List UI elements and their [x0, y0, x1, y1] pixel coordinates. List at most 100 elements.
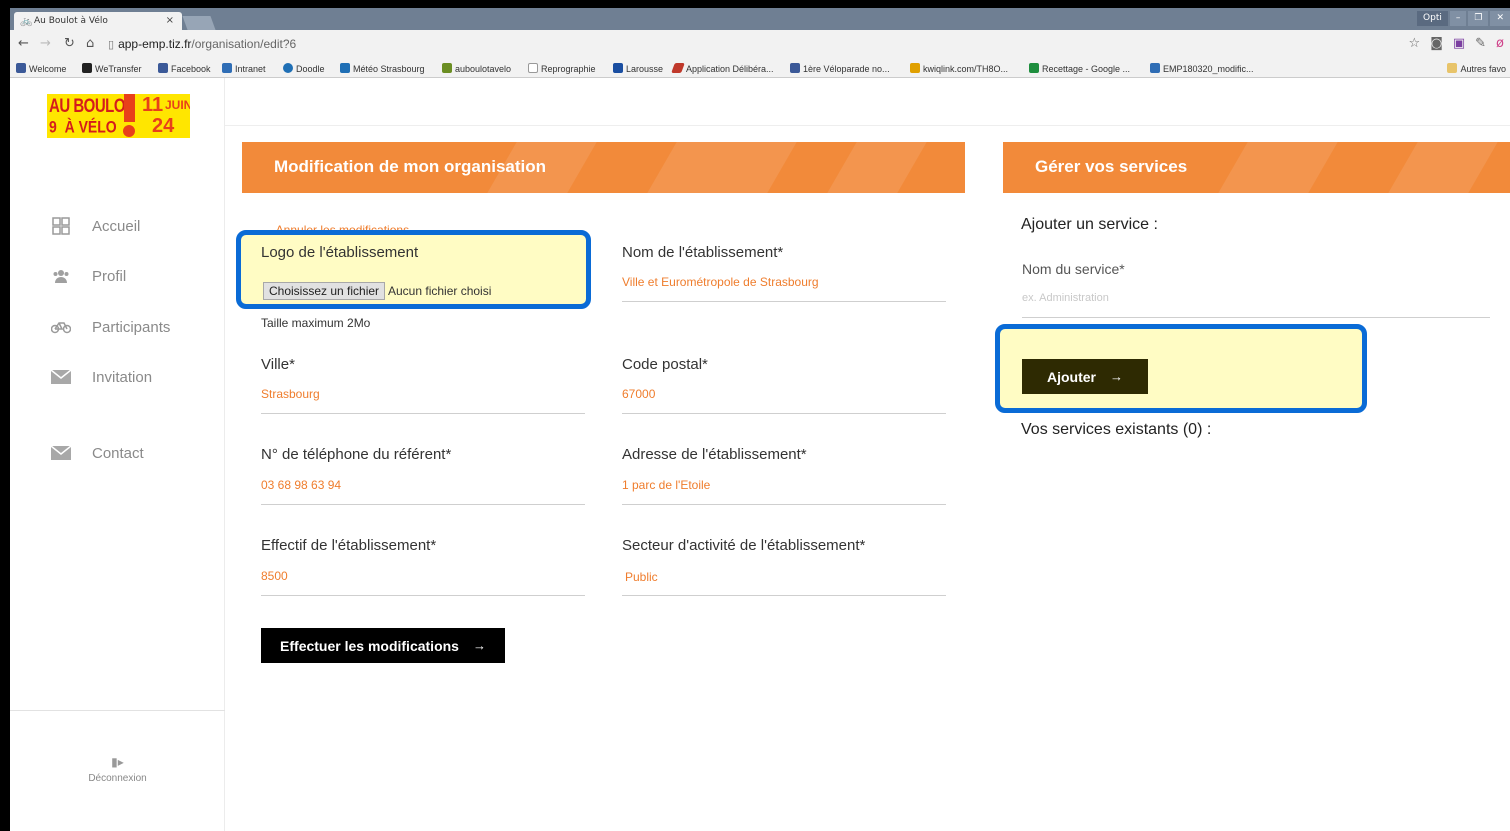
forward-arrow-icon[interactable]: →	[40, 36, 51, 51]
bookmark-item[interactable]: Welcome	[16, 63, 66, 74]
bookmark-item[interactable]: Intranet	[222, 63, 266, 74]
sidebar-divider	[10, 710, 225, 711]
sidebar-item-label: Contact	[92, 444, 144, 462]
sidebar-item-contact[interactable]: Contact	[48, 444, 144, 462]
logo-day-end: 24	[152, 115, 175, 137]
sidebar-item-label: Accueil	[92, 217, 141, 235]
staff-label: Effectif de l'établissement*	[261, 537, 437, 554]
arrow-right-icon: →	[1110, 369, 1123, 384]
staff-field[interactable]: 8500	[261, 569, 288, 583]
au-boulot-a-velo-logo[interactable]: AU BOULOT 9 À VÉLO 11 JUIN 24	[47, 94, 190, 138]
logo-line-1: AU BOULOT	[49, 95, 134, 118]
url-field[interactable]: ▯ app-emp.tiz.fr/organisation/edit?6	[108, 37, 296, 51]
new-tab-button[interactable]	[182, 16, 216, 30]
sector-select-underline	[622, 595, 946, 596]
organisation-panel-header: Modification de mon organisation	[242, 142, 965, 193]
logout-icon: ▮▸	[111, 755, 124, 769]
bookmark-icon	[340, 63, 350, 73]
logo-exclamation	[124, 94, 135, 122]
phone-field[interactable]: 03 68 98 63 94	[261, 478, 341, 492]
bookmark-item[interactable]: Larousse	[613, 63, 663, 74]
sidebar-item-accueil[interactable]: Accueil	[48, 217, 140, 235]
browser-toolbar-icons: ☆ ◙ ▣ ✎ ø	[1409, 36, 1504, 51]
sidebar: AU BOULOT 9 À VÉLO 11 JUIN 24 Accueil Pr…	[10, 78, 225, 831]
address-bar: ← → ↻ ⌂ ▯ app-emp.tiz.fr/organisation/edi…	[10, 30, 1510, 60]
name-field[interactable]: Ville et Eurométropole de Strasbourg	[622, 275, 819, 289]
close-window-button[interactable]: ✕	[1490, 11, 1510, 26]
bookmark-item[interactable]: auboulotavelo	[442, 63, 511, 74]
other-bookmarks[interactable]: Autres favo	[1447, 63, 1506, 74]
app-page: AU BOULOT 9 À VÉLO 11 JUIN 24 Accueil Pr…	[10, 78, 1510, 831]
bookmark-item[interactable]: Facebook	[158, 63, 211, 74]
bookmark-item[interactable]: kwiqlink.com/TH8O...	[910, 63, 1008, 74]
extension-icon[interactable]: ø	[1496, 36, 1504, 51]
service-name-input[interactable]	[1022, 288, 1490, 318]
bookmark-icon	[16, 63, 26, 73]
sector-select[interactable]: Public	[625, 570, 658, 584]
envelope-icon	[48, 444, 74, 462]
name-label: Nom de l'établissement*	[622, 244, 784, 261]
staff-field-underline	[261, 595, 585, 596]
address-field[interactable]: 1 parc de l'Etoile	[622, 478, 710, 492]
browser-tab[interactable]: 🚲 Au Boulot à Vélo ×	[14, 12, 182, 30]
organisation-panel-title: Modification de mon organisation	[274, 157, 546, 176]
restore-button[interactable]: ❐	[1468, 11, 1489, 26]
bookmark-item[interactable]: Reprographie	[528, 63, 596, 74]
bookmark-icon	[283, 63, 293, 73]
browser-titlebar: 🚲 Au Boulot à Vélo × Opti – ❐ ✕	[10, 8, 1510, 30]
sidebar-item-profil[interactable]: Profil	[48, 267, 126, 285]
service-name-label: Nom du service*	[1022, 261, 1125, 277]
minimize-button[interactable]: –	[1449, 11, 1467, 26]
home-icon[interactable]: ⌂	[86, 36, 94, 51]
phone-field-underline	[261, 504, 585, 505]
bookmark-icon	[910, 63, 920, 73]
url-path: /organisation/edit?6	[191, 37, 297, 51]
logout-button[interactable]: ▮▸ Déconnexion	[10, 755, 225, 784]
bookmark-item[interactable]: Application Délibéra...	[671, 63, 774, 74]
url-host: app-emp.tiz.fr	[118, 37, 192, 51]
bookmark-star-icon[interactable]: ☆	[1409, 36, 1421, 51]
max-size-hint: Taille maximum 2Mo	[261, 316, 371, 330]
bookmarks-bar: Welcome WeTransfer Facebook Intranet Doo…	[10, 60, 1510, 78]
profile-button[interactable]: Opti	[1417, 11, 1448, 26]
logo-day-start: 11	[142, 94, 164, 116]
bookmark-item[interactable]: Doodle	[283, 63, 325, 74]
logo-dot	[123, 125, 135, 137]
add-service-button[interactable]: Ajouter →	[1022, 359, 1148, 394]
bookmark-icon	[222, 63, 232, 73]
camera-icon[interactable]: ◙	[1430, 36, 1443, 51]
services-panel-header: Gérer vos services	[1003, 142, 1510, 193]
bookmark-icon	[1029, 63, 1039, 73]
pen-icon[interactable]: ✎	[1475, 36, 1486, 51]
sidebar-item-participants[interactable]: Participants	[48, 318, 170, 336]
bicycle-favicon-icon: 🚲	[20, 16, 33, 27]
postal-code-label: Code postal*	[622, 356, 708, 373]
phone-label: N° de téléphone du référent*	[261, 446, 452, 463]
users-icon	[48, 267, 74, 285]
add-service-title: Ajouter un service :	[1021, 216, 1158, 233]
reload-icon[interactable]: ↻	[64, 36, 75, 51]
bookmark-item[interactable]: EMP180320_modific...	[1150, 63, 1254, 74]
arrow-right-icon: →	[472, 638, 486, 653]
back-arrow-icon[interactable]: ←	[18, 36, 29, 51]
city-field[interactable]: Strasbourg	[261, 387, 320, 401]
logo-label: Logo de l'établissement	[261, 244, 419, 261]
city-field-underline	[261, 413, 585, 414]
bookmark-icon	[613, 63, 623, 73]
logo-month: JUIN	[165, 98, 190, 112]
sector-label: Secteur d'activité de l'établissement*	[622, 537, 866, 554]
bookmark-item[interactable]: 1ère Véloparade no...	[790, 63, 890, 74]
bookmark-icon	[790, 63, 800, 73]
submit-modifications-button[interactable]: Effectuer les modifications →	[261, 628, 505, 663]
sidebar-item-invitation[interactable]: Invitation	[48, 368, 152, 386]
bookmark-item[interactable]: Recettage - Google ...	[1029, 63, 1130, 74]
bookmark-item[interactable]: WeTransfer	[82, 63, 142, 74]
choose-file-button[interactable]: Choisissez un fichier	[263, 282, 386, 300]
page-icon: ▯	[108, 39, 115, 51]
tab-close-icon[interactable]: ×	[166, 15, 174, 26]
postal-code-field[interactable]: 67000	[622, 387, 655, 401]
onenote-icon[interactable]: ▣	[1453, 36, 1465, 51]
bookmark-item[interactable]: Météo Strasbourg	[340, 63, 425, 74]
city-label: Ville*	[261, 356, 295, 373]
envelope-icon	[48, 368, 74, 386]
